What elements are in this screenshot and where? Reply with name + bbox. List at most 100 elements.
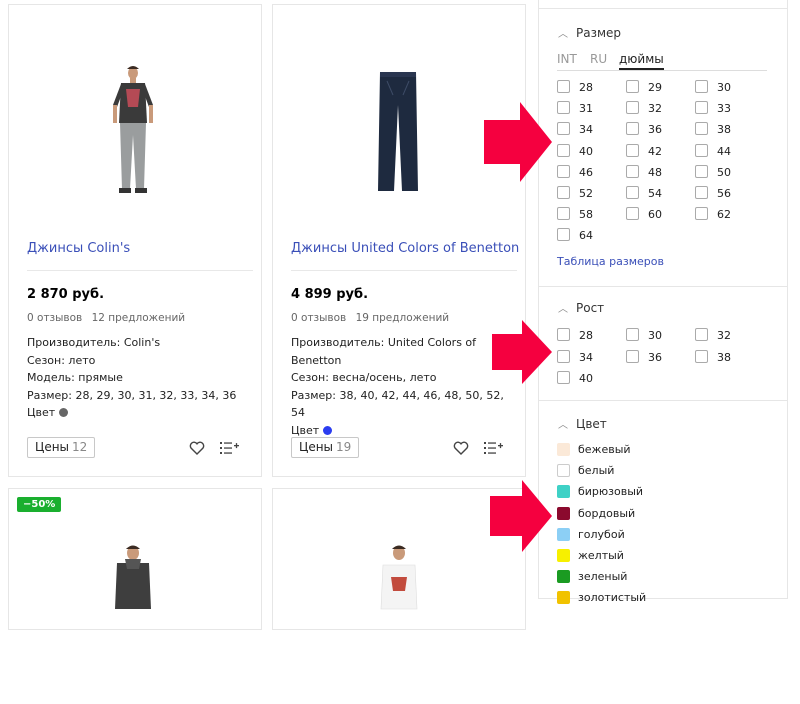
- size-option[interactable]: 62: [695, 207, 731, 221]
- checkbox[interactable]: [557, 122, 570, 136]
- size-option[interactable]: 48: [626, 164, 662, 179]
- tab-int[interactable]: INT: [557, 52, 577, 66]
- checkbox[interactable]: [626, 164, 639, 178]
- height-option[interactable]: 34: [557, 349, 593, 364]
- filter-color-header[interactable]: ︿ Цвет: [558, 416, 607, 431]
- size-option[interactable]: 30: [695, 80, 731, 94]
- reviews-link[interactable]: 0 отзывов: [291, 312, 346, 324]
- color-option[interactable]: бежевый: [557, 443, 631, 456]
- color-swatch[interactable]: [557, 485, 570, 499]
- checkbox[interactable]: [695, 328, 708, 341]
- tab-inches[interactable]: дюймы: [619, 52, 664, 70]
- checkbox[interactable]: [557, 228, 570, 242]
- height-option[interactable]: 32: [695, 328, 731, 342]
- prices-button[interactable]: Цены 12: [27, 437, 96, 458]
- checkbox[interactable]: [626, 186, 639, 199]
- color-swatch[interactable]: [557, 506, 570, 520]
- height-option[interactable]: 36: [626, 349, 662, 364]
- checkbox[interactable]: [626, 122, 639, 136]
- size-option[interactable]: 58: [557, 207, 593, 221]
- checkbox[interactable]: [557, 143, 570, 157]
- color-swatch[interactable]: [557, 570, 570, 584]
- size-option[interactable]: 50: [695, 164, 731, 179]
- size-option[interactable]: 52: [557, 186, 593, 200]
- checkbox[interactable]: [626, 207, 639, 221]
- checkbox[interactable]: [557, 80, 570, 93]
- product-title-link[interactable]: Джинсы United Colors of Benetton: [291, 241, 519, 256]
- size-option[interactable]: 36: [626, 122, 662, 136]
- checkbox[interactable]: [557, 101, 570, 115]
- color-option[interactable]: зеленый: [557, 570, 627, 584]
- product-photo[interactable]: [9, 489, 261, 704]
- product-card[interactable]: Джинсы Colin's 2 870 руб. 0 отзывов 12 п…: [8, 4, 262, 477]
- checkbox[interactable]: [626, 101, 639, 115]
- size-option[interactable]: 33: [695, 101, 731, 115]
- checkbox[interactable]: [557, 328, 570, 341]
- checkbox[interactable]: [695, 80, 708, 93]
- size-option[interactable]: 31: [557, 101, 593, 115]
- color-swatch[interactable]: [557, 464, 570, 478]
- checkbox[interactable]: [557, 207, 570, 221]
- checkbox[interactable]: [557, 164, 570, 178]
- color-option[interactable]: желтый: [557, 549, 624, 562]
- color-swatch[interactable]: [557, 527, 570, 541]
- checkbox[interactable]: [557, 186, 570, 199]
- height-value: 30: [648, 329, 662, 342]
- checkbox[interactable]: [695, 143, 708, 157]
- checkbox[interactable]: [695, 186, 708, 199]
- offers-link[interactable]: 19 предложений: [356, 312, 450, 324]
- checkbox[interactable]: [626, 143, 639, 157]
- size-option[interactable]: 29: [626, 80, 662, 94]
- height-option[interactable]: 40: [557, 371, 593, 385]
- checkbox[interactable]: [695, 349, 708, 363]
- color-option[interactable]: белый: [557, 464, 614, 478]
- size-table-link[interactable]: Таблица размеров: [557, 255, 664, 268]
- product-card[interactable]: Джинсы United Colors of Benetton 4 899 р…: [272, 4, 526, 477]
- size-option[interactable]: 28: [557, 80, 593, 94]
- heart-icon[interactable]: [189, 441, 205, 455]
- product-photo[interactable]: [9, 5, 261, 220]
- size-option[interactable]: 44: [695, 143, 731, 158]
- product-title-link[interactable]: Джинсы Colin's: [27, 241, 130, 256]
- arrow-annotation-icon: [484, 102, 552, 182]
- filter-height-header[interactable]: ︿ Рост: [558, 300, 604, 315]
- color-option[interactable]: бордовый: [557, 506, 635, 520]
- color-swatch[interactable]: [557, 443, 570, 456]
- size-option[interactable]: 42: [626, 143, 662, 158]
- size-option[interactable]: 54: [626, 186, 662, 200]
- checkbox[interactable]: [695, 164, 708, 178]
- checkbox[interactable]: [695, 101, 708, 115]
- chevron-up-icon: ︿: [558, 304, 568, 315]
- height-option[interactable]: 30: [626, 328, 662, 342]
- divider: [27, 270, 253, 271]
- reviews-link[interactable]: 0 отзывов: [27, 312, 82, 324]
- size-option[interactable]: 32: [626, 101, 662, 115]
- color-swatch[interactable]: [557, 549, 570, 562]
- checkbox[interactable]: [695, 122, 708, 136]
- compare-list-icon[interactable]: [484, 441, 504, 455]
- filter-size-header[interactable]: ︿ Размер: [558, 25, 621, 40]
- offers-link[interactable]: 12 предложений: [92, 312, 186, 324]
- size-option[interactable]: 40: [557, 143, 593, 158]
- checkbox[interactable]: [626, 80, 639, 93]
- size-option[interactable]: 34: [557, 122, 593, 136]
- size-option[interactable]: 60: [626, 207, 662, 221]
- product-card[interactable]: −50%: [8, 488, 262, 630]
- size-option[interactable]: 64: [557, 228, 593, 242]
- checkbox[interactable]: [695, 207, 708, 221]
- prices-button[interactable]: Цены 19: [291, 437, 360, 458]
- tab-ru[interactable]: RU: [590, 52, 607, 66]
- checkbox[interactable]: [626, 349, 639, 363]
- color-option[interactable]: бирюзовый: [557, 485, 643, 499]
- heart-icon[interactable]: [453, 441, 469, 455]
- checkbox[interactable]: [557, 371, 570, 384]
- size-option[interactable]: 46: [557, 164, 593, 179]
- checkbox[interactable]: [626, 328, 639, 341]
- checkbox[interactable]: [557, 349, 570, 363]
- height-option[interactable]: 28: [557, 328, 593, 342]
- size-option[interactable]: 56: [695, 186, 731, 200]
- size-option[interactable]: 38: [695, 122, 731, 136]
- height-option[interactable]: 38: [695, 349, 731, 364]
- compare-list-icon[interactable]: [220, 441, 240, 455]
- color-option[interactable]: голубой: [557, 527, 625, 541]
